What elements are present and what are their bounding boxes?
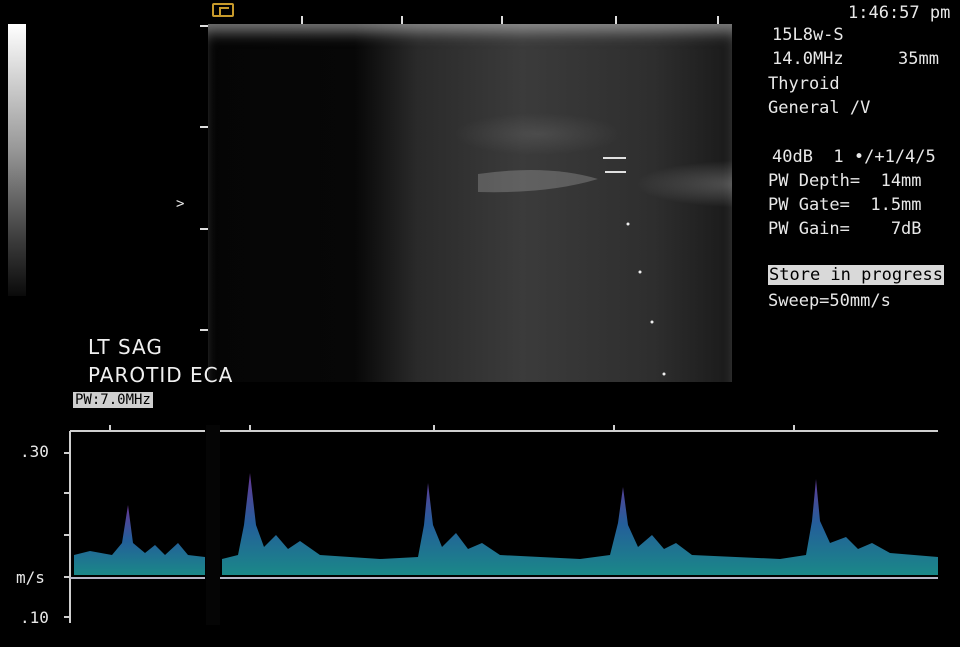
- annotation-line-1: LT SAG: [88, 335, 163, 359]
- preset-mode: General /V: [768, 98, 871, 118]
- clock: 1:46:57 pm: [848, 3, 951, 23]
- focus-dot: [662, 372, 666, 376]
- pw-frequency-label: PW:7.0MHz: [73, 392, 153, 408]
- image-depth: 35mm: [898, 49, 939, 69]
- pw-gain: PW Gain= 7dB: [768, 219, 922, 239]
- lateral-scale: [301, 16, 719, 24]
- bmode-overlay: [478, 157, 666, 376]
- doppler-spectrum: .30 m/s .10: [16, 425, 938, 627]
- spectral-waveform: [222, 473, 938, 575]
- sweep-speed: Sweep=50mm/s: [768, 291, 891, 311]
- pw-depth: PW Depth= 14mm: [768, 171, 922, 191]
- probe-model: 15L8w-S: [772, 25, 844, 45]
- bmode-image: [208, 24, 732, 382]
- spectral-waveform: [74, 505, 205, 575]
- store-status-text: Store in progress: [768, 265, 944, 285]
- pw-gate: PW Gate= 1.5mm: [768, 195, 922, 215]
- gain-line: 40dB 1 •/+1/4/5: [772, 147, 936, 167]
- focus-arrow-icon: >: [176, 196, 185, 212]
- velocity-tick-top: .30: [20, 442, 49, 461]
- depth-scale: [200, 25, 208, 331]
- sweep-erase-bar: [206, 425, 220, 625]
- store-status: Store in progress: [768, 265, 944, 285]
- probe-frequency: 14.0MHz: [772, 49, 844, 69]
- focus-dot: [638, 270, 642, 274]
- annotation-line-2: PAROTID ECA: [88, 363, 234, 387]
- grayscale-bar: [8, 24, 26, 296]
- focus-dot: [650, 320, 654, 324]
- focus-dot: [626, 222, 630, 226]
- velocity-tick-bottom: .10: [20, 608, 49, 627]
- vessel-wall-echo: [478, 170, 598, 193]
- velocity-unit: m/s: [16, 568, 45, 587]
- preset-name: Thyroid: [768, 74, 840, 94]
